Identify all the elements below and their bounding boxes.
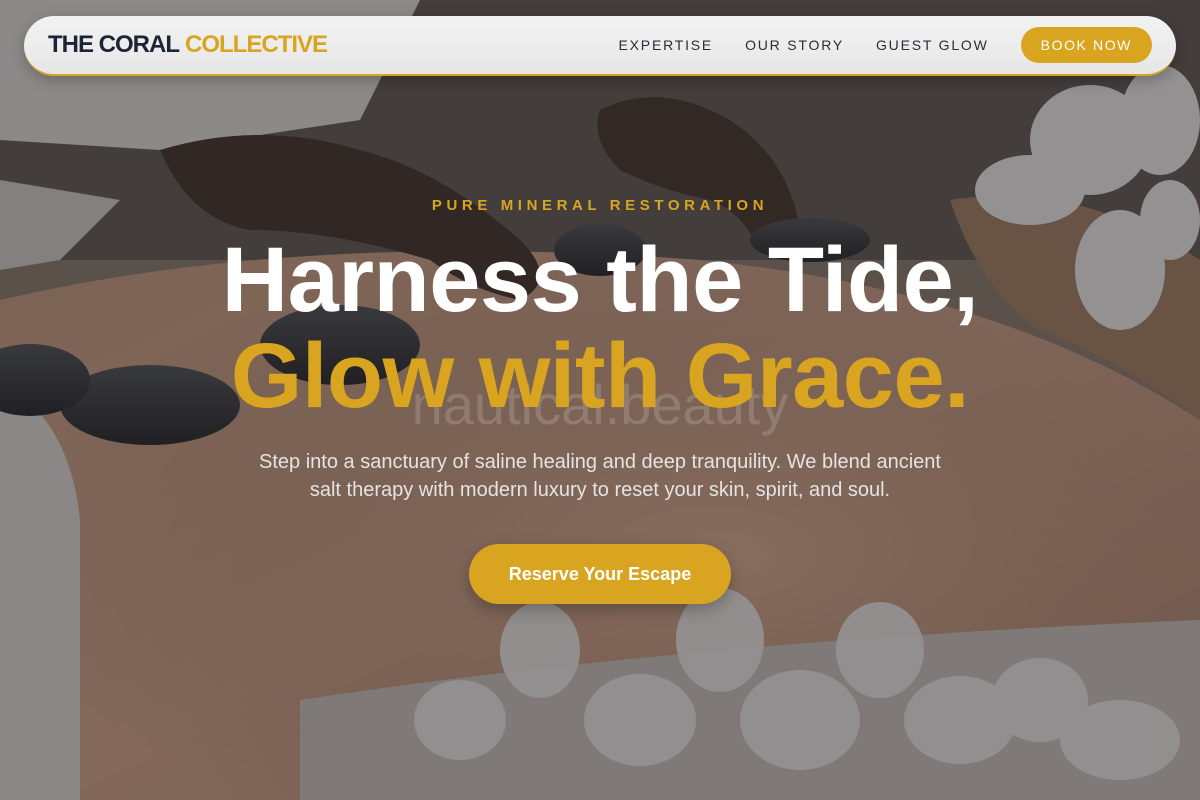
hero-subtitle: Step into a sanctuary of saline healing … (259, 451, 941, 501)
headline-line-1: Harness the Tide, (221, 229, 979, 331)
brand-name-accent: COLLECTIVE (185, 31, 328, 58)
book-now-button[interactable]: BOOK NOW (1020, 27, 1152, 63)
headline-line-2: Glow with Grace. (230, 325, 970, 427)
brand-name-primary: THE CORAL (48, 31, 180, 58)
nav-link-expertise[interactable]: EXPERTISE (619, 37, 714, 53)
hero-eyebrow: PURE MINERAL RESTORATION (431, 197, 769, 214)
nav-links: EXPERTISE OUR STORY GUEST GLOW BOOK NOW (587, 27, 1152, 63)
hero-section: THE CORAL COLLECTIVE EXPERTISE OUR STORY … (0, 0, 1200, 800)
nav-link-guest-glow[interactable]: GUEST GLOW (876, 37, 989, 53)
reserve-escape-button[interactable]: Reserve Your Escape (469, 544, 731, 604)
top-navbar: THE CORAL COLLECTIVE EXPERTISE OUR STORY … (24, 16, 1176, 76)
hero-headline: Harness the Tide, Glow with Grace. (0, 232, 1200, 424)
brand-logo[interactable]: THE CORAL COLLECTIVE (48, 31, 328, 59)
nav-link-our-story[interactable]: OUR STORY (745, 37, 844, 53)
